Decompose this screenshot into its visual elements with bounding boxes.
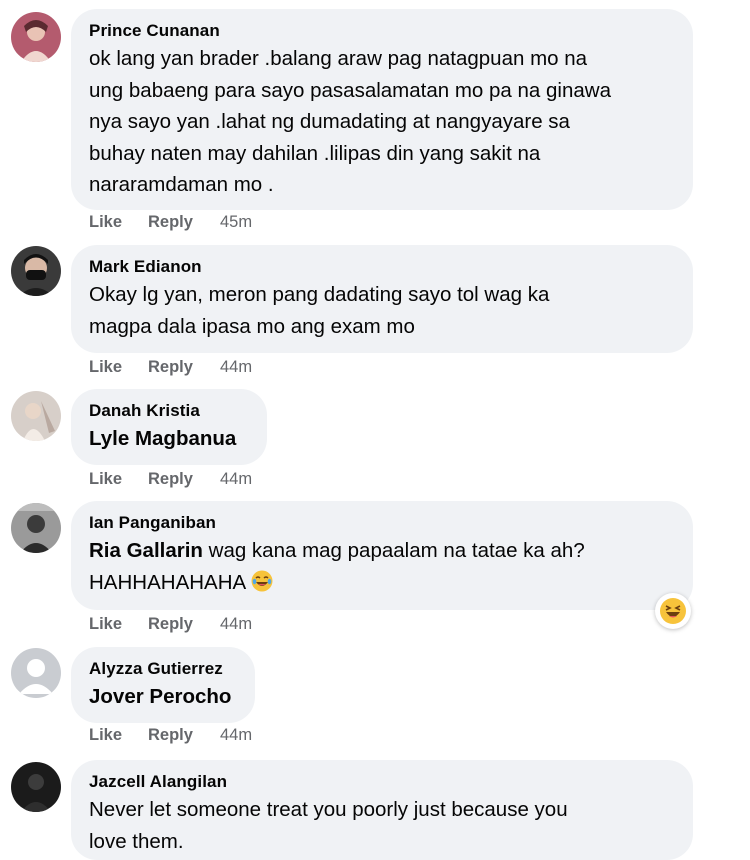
mention-link[interactable]: Jover Perocho (89, 681, 237, 713)
comment-author[interactable]: Prince Cunanan (89, 19, 675, 43)
avatar[interactable] (11, 12, 61, 62)
like-button[interactable]: Like (89, 470, 148, 489)
like-button[interactable]: Like (89, 358, 148, 377)
avatar[interactable] (11, 762, 61, 812)
comment-actions: Like Reply 44m (89, 726, 252, 745)
avatar[interactable] (11, 246, 61, 296)
comment-author[interactable]: Jazcell Alangilan (89, 770, 675, 794)
reply-button[interactable]: Reply (148, 726, 220, 745)
comment-text: Okay lg yan, meron pang dadating sayo to… (89, 283, 550, 338)
reply-button[interactable]: Reply (148, 213, 220, 232)
comment-bubble: Alyzza Gutierrez Jover Perocho (71, 647, 255, 723)
comment-timestamp[interactable]: 44m (220, 615, 252, 634)
reply-button[interactable]: Reply (148, 358, 220, 377)
mention-link[interactable]: Lyle Magbanua (89, 423, 249, 455)
laughing-tears-emoji-icon (251, 570, 273, 592)
comment-bubble: Prince Cunanan ok lang yan brader .balan… (71, 9, 693, 210)
comment-actions: Like Reply 45m (89, 213, 252, 232)
comment-actions: Like Reply 44m (89, 358, 252, 377)
comment-author[interactable]: Danah Kristia (89, 399, 249, 423)
comment-text: Never let someone treat you poorly just … (89, 798, 568, 853)
comment-text-laugh: HAHHAHAHAHA (89, 570, 246, 594)
haha-reaction-icon[interactable] (655, 593, 691, 629)
comment-actions: Like Reply 44m (89, 615, 252, 634)
comment-actions: Like Reply 44m (89, 470, 252, 489)
reply-button[interactable]: Reply (148, 470, 220, 489)
avatar[interactable] (11, 503, 61, 553)
avatar[interactable] (11, 391, 61, 441)
comment-bubble: Ian Panganiban Ria Gallarin wag kana mag… (71, 501, 693, 610)
comment-author[interactable]: Mark Edianon (89, 255, 675, 279)
like-button[interactable]: Like (89, 615, 148, 634)
comment-bubble: Mark Edianon Okay lg yan, meron pang dad… (71, 245, 693, 353)
comment-timestamp[interactable]: 44m (220, 470, 252, 489)
comment-timestamp[interactable]: 44m (220, 726, 252, 745)
comment-timestamp[interactable]: 44m (220, 358, 252, 377)
comment-text-line2: HAHHAHAHAHA (89, 567, 675, 599)
comment-author[interactable]: Ian Panganiban (89, 511, 675, 535)
comment-text: ok lang yan brader .balang araw pag nata… (89, 47, 611, 196)
comment-timestamp[interactable]: 45m (220, 213, 252, 232)
comment-bubble: Danah Kristia Lyle Magbanua (71, 389, 267, 465)
like-button[interactable]: Like (89, 726, 148, 745)
comment-text-body: wag kana mag papaalam na tatae ka ah? (202, 539, 585, 562)
comment-author[interactable]: Alyzza Gutierrez (89, 657, 237, 681)
like-button[interactable]: Like (89, 213, 148, 232)
mention-link[interactable]: Ria Gallarin (89, 539, 203, 562)
avatar[interactable] (11, 648, 61, 698)
comment-bubble: Jazcell Alangilan Never let someone trea… (71, 760, 693, 860)
comment-text: Ria Gallarin wag kana mag papaalam na ta… (89, 535, 675, 567)
reply-button[interactable]: Reply (148, 615, 220, 634)
